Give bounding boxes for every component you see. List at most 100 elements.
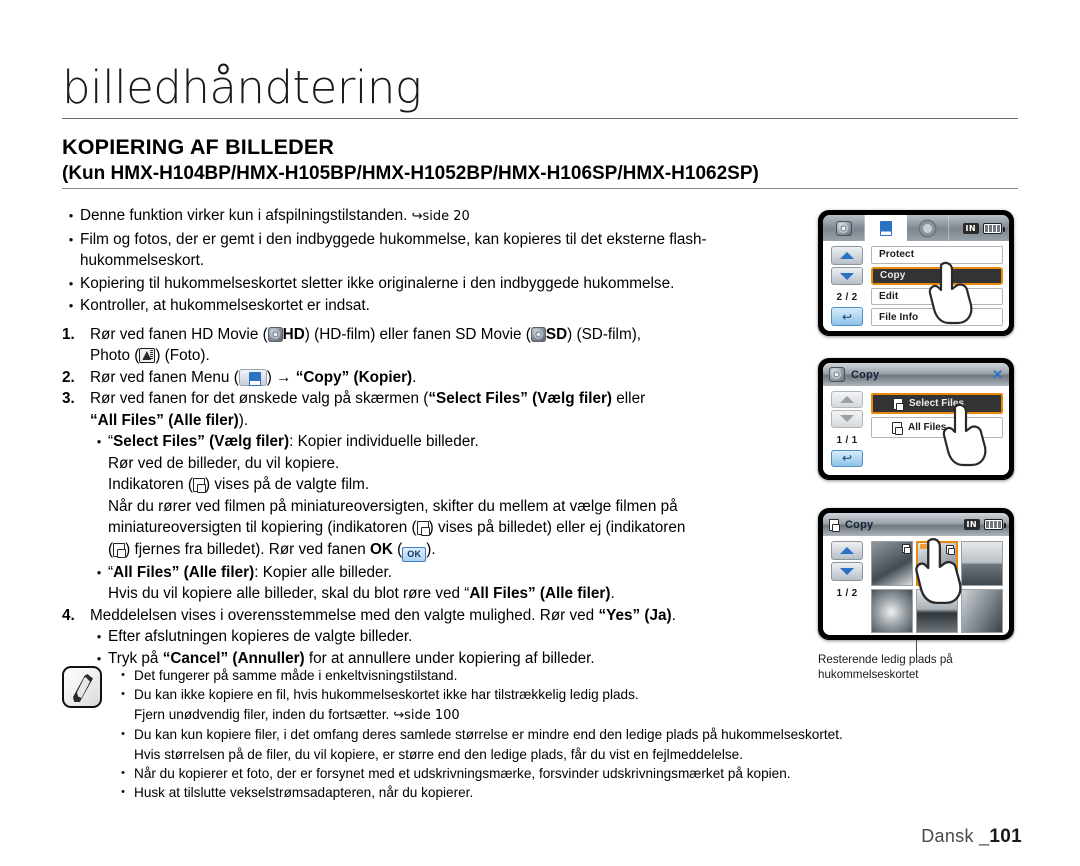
yes-label: “Yes” (Ja) [598, 606, 672, 624]
option-label: All Files [908, 422, 947, 433]
bullet-icon: • [121, 688, 125, 701]
step-4-text-a: Meddelelsen vises i overensstemmelse med… [90, 606, 599, 624]
tab-menu[interactable] [865, 215, 907, 241]
chapter-title: billedhåndtering [62, 61, 422, 114]
lcd-screenshot-menu: IN 2 / 2 ↩ Protect Copy Edit File Info [818, 210, 1014, 336]
thumbnail-item[interactable] [961, 541, 1003, 586]
bullet-icon: • [121, 728, 125, 741]
bullet-icon: • [121, 786, 125, 799]
step-1-text-c: ) (HD-film) eller fanen SD Movie ( [304, 325, 531, 343]
note-pen-icon [62, 666, 102, 708]
thumbnail-item[interactable] [961, 588, 1003, 633]
bullet-icon: • [68, 298, 74, 313]
step-1-text-a: Rør ved fanen HD Movie ( [90, 325, 268, 343]
page-ref: ↪side 100 [393, 707, 460, 723]
lcd2-title: Copy [851, 368, 880, 381]
page-ref: ↪side 20 [411, 209, 470, 224]
back-button[interactable]: ↩ [831, 449, 863, 467]
close-icon[interactable]: ✕ [992, 368, 1003, 381]
thumbnail-item[interactable] [871, 588, 913, 633]
bullet-icon: • [96, 434, 102, 449]
scroll-up-button[interactable] [831, 541, 863, 560]
option-select-files[interactable]: Select Files [871, 393, 1003, 414]
bullet-icon: • [121, 767, 125, 780]
section-subtitle: (Kun HMX-H104BP/HMX-H105BP/HMX-H1052BP/H… [62, 163, 759, 184]
chevron-down-icon [840, 272, 854, 280]
illustration-caption: Resterende ledig plads på hukommelseskor… [818, 653, 953, 681]
menu-item-edit[interactable]: Edit [871, 287, 1003, 306]
step-1-line2-a: Photo ( [90, 347, 140, 364]
note-list: • Det fungerer på samme måde i enkeltvis… [112, 666, 962, 803]
scroll-down-button[interactable] [831, 562, 863, 581]
list-item: • Kontroller, at hukommelseskortet er in… [62, 295, 822, 317]
step-3: 3. Rør ved fanen for det ønskede valg på… [62, 388, 822, 431]
step-2-text-b: ) → [266, 368, 296, 386]
list-item: • Film og fotos, der er gemt i den indby… [62, 229, 822, 272]
scroll-up-button[interactable] [831, 246, 863, 265]
chevron-up-icon [840, 396, 854, 404]
scroll-down-button[interactable] [831, 410, 863, 428]
all-files-detail: • “All Files” (Alle filer): Kopier alle … [90, 562, 822, 605]
note-block: • Det fungerer på samme måde i enkeltvis… [62, 666, 962, 803]
select-files-detail: • “Select Files” (Vælg filer): Kopier in… [90, 431, 822, 562]
select-files-title: Select Files” (Vælg filer) [113, 433, 290, 450]
page-indicator: 1 / 2 [836, 588, 858, 599]
menu-item-file-info[interactable]: File Info [871, 308, 1003, 327]
step-1-text-e: ) (SD-film), [567, 325, 642, 343]
menu-item-copy[interactable]: Copy [871, 266, 1003, 285]
lcd1-menu-list: Protect Copy Edit File Info [871, 246, 1003, 327]
thumbnail-item-selected[interactable] [916, 541, 958, 586]
movie-icon [829, 367, 845, 382]
intro-bullet-text: Kopiering til hukommelseskortet sletter … [80, 274, 675, 292]
thumbnail-grid [871, 541, 1003, 633]
step-3-text-a: Rør ved fanen for det ønskede valg på sk… [90, 390, 429, 407]
select-files-icon [893, 397, 904, 411]
tab-settings[interactable] [907, 215, 949, 241]
lcd-screenshot-copy-options: Copy ✕ 1 / 1 ↩ Select Files All Files [818, 358, 1014, 480]
battery-icon [984, 519, 1006, 530]
note-text: Når du kopierer et foto, der er forsynet… [134, 766, 791, 782]
page-header: billedhåndtering KOPIERING AF BILLEDER (… [62, 62, 1018, 189]
list-menu-icon [879, 220, 892, 236]
scroll-down-button[interactable] [831, 266, 863, 286]
copy-mark-icon [946, 545, 955, 555]
step-number: 4. [62, 606, 75, 624]
step-2: 2. Rør ved fanen Menu () → “Copy” (Kopie… [62, 367, 822, 389]
thumbnail-item[interactable] [871, 541, 913, 586]
chevron-up-icon [840, 251, 854, 259]
list-item: • Du kan kun kopiere filer, i det omfang… [112, 725, 962, 764]
option-label: Select Files [909, 398, 965, 409]
chevron-up-icon [840, 547, 854, 554]
select-files-line4: Når du rører ved filmen på miniatureover… [108, 497, 678, 515]
option-all-files[interactable]: All Files [871, 417, 1003, 438]
section-title: KOPIERING AF BILLEDER [62, 135, 335, 159]
all-files-label: “All Files” (Alle filer) [90, 411, 239, 429]
back-button[interactable]: ↩ [831, 307, 863, 327]
note-text: Husk at tilslutte vekselstrømsadapteren,… [134, 785, 474, 801]
tab-movie[interactable] [823, 215, 865, 241]
lcd3-titlebar: Copy IN [823, 513, 1009, 536]
lcd2-titlebar: Copy ✕ [823, 363, 1009, 386]
chevron-down-icon [840, 415, 854, 423]
lcd2-option-list: Select Files All Files [871, 391, 1003, 467]
thumbnail-item[interactable] [916, 588, 958, 633]
select-files-label: “Select Files” (Vælg filer) [428, 390, 613, 407]
hd-movie-icon [267, 326, 283, 342]
list-item: • Du kan ikke kopiere en fil, hvis hukom… [112, 685, 962, 725]
note-text: Du kan kun kopiere filer, i det omfang d… [134, 727, 843, 743]
copy-mark-icon [902, 544, 911, 554]
intro-bullet-list: • Denne funktion virker kun i afspilning… [62, 205, 822, 317]
step-number: 1. [62, 325, 75, 343]
sd-label: SD [545, 325, 568, 343]
step-number: 2. [62, 368, 75, 386]
bullet-icon: • [96, 564, 102, 580]
instruction-body: • Denne funktion virker kun i afspilning… [62, 205, 822, 669]
menu-item-protect[interactable]: Protect [871, 246, 1003, 264]
step-1-line2-b: ) (Foto). [155, 347, 210, 364]
note-text: Du kan ikke kopiere en fil, hvis hukomme… [134, 687, 639, 703]
bullet-icon: • [121, 669, 125, 681]
intro-bullet-text: Film og fotos, der er gemt i den indbygg… [80, 230, 707, 270]
storage-in-badge: IN [963, 519, 980, 530]
cancel-label: “Cancel” (Annuller) [162, 649, 305, 667]
scroll-up-button[interactable] [831, 391, 863, 409]
